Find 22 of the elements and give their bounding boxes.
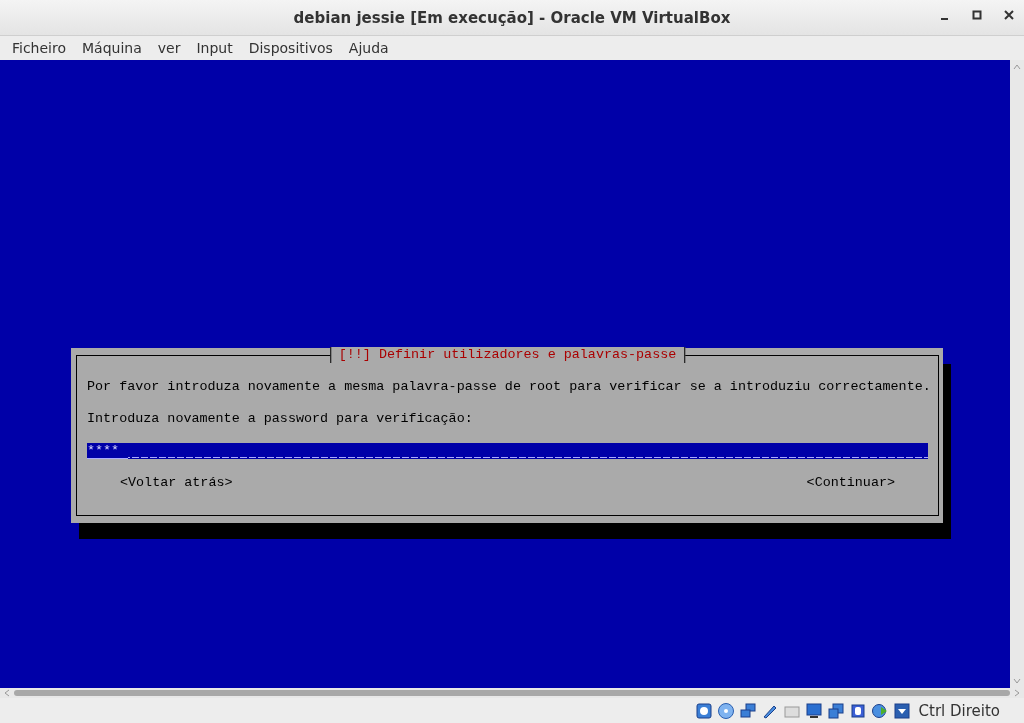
- dialog-button[interactable]: <Voltar atrás>: [120, 475, 233, 491]
- optical-disc-icon[interactable]: [716, 701, 735, 720]
- field-label: Introduza novamente a password para verificação:: [87, 411, 474, 427]
- password-field[interactable]: ****: [87, 443, 928, 459]
- download-icon[interactable]: [892, 701, 911, 720]
- menu-item[interactable]: Máquina: [74, 40, 150, 56]
- menu-item[interactable]: Ficheiro: [4, 40, 74, 56]
- menu-item[interactable]: Ajuda: [340, 40, 397, 56]
- menu-item[interactable]: Input: [188, 40, 241, 56]
- close-icon[interactable]: [1004, 10, 1014, 20]
- menu-item[interactable]: Dispositivos: [240, 40, 341, 56]
- dialog-button[interactable]: <Continuar>: [806, 475, 895, 491]
- dialog-message: Por favor introduza novamente a mesma palavra-passe de root para verificar se a introduziu correctamente.: [87, 379, 928, 395]
- display-icon[interactable]: [804, 701, 823, 720]
- network-icon[interactable]: [738, 701, 757, 720]
- host-key-label: Ctrl Direito: [918, 701, 1000, 720]
- maximize-icon[interactable]: [972, 10, 982, 20]
- chip-icon[interactable]: [848, 701, 867, 720]
- window-title: debian jessie [Em execução] - Oracle VM VirtualBox: [293, 8, 731, 27]
- windows-icon[interactable]: [826, 701, 845, 720]
- menu-item[interactable]: ver: [149, 40, 189, 56]
- dialog-title: [!!] Definir utilizadores e palavras-passe: [329, 347, 686, 363]
